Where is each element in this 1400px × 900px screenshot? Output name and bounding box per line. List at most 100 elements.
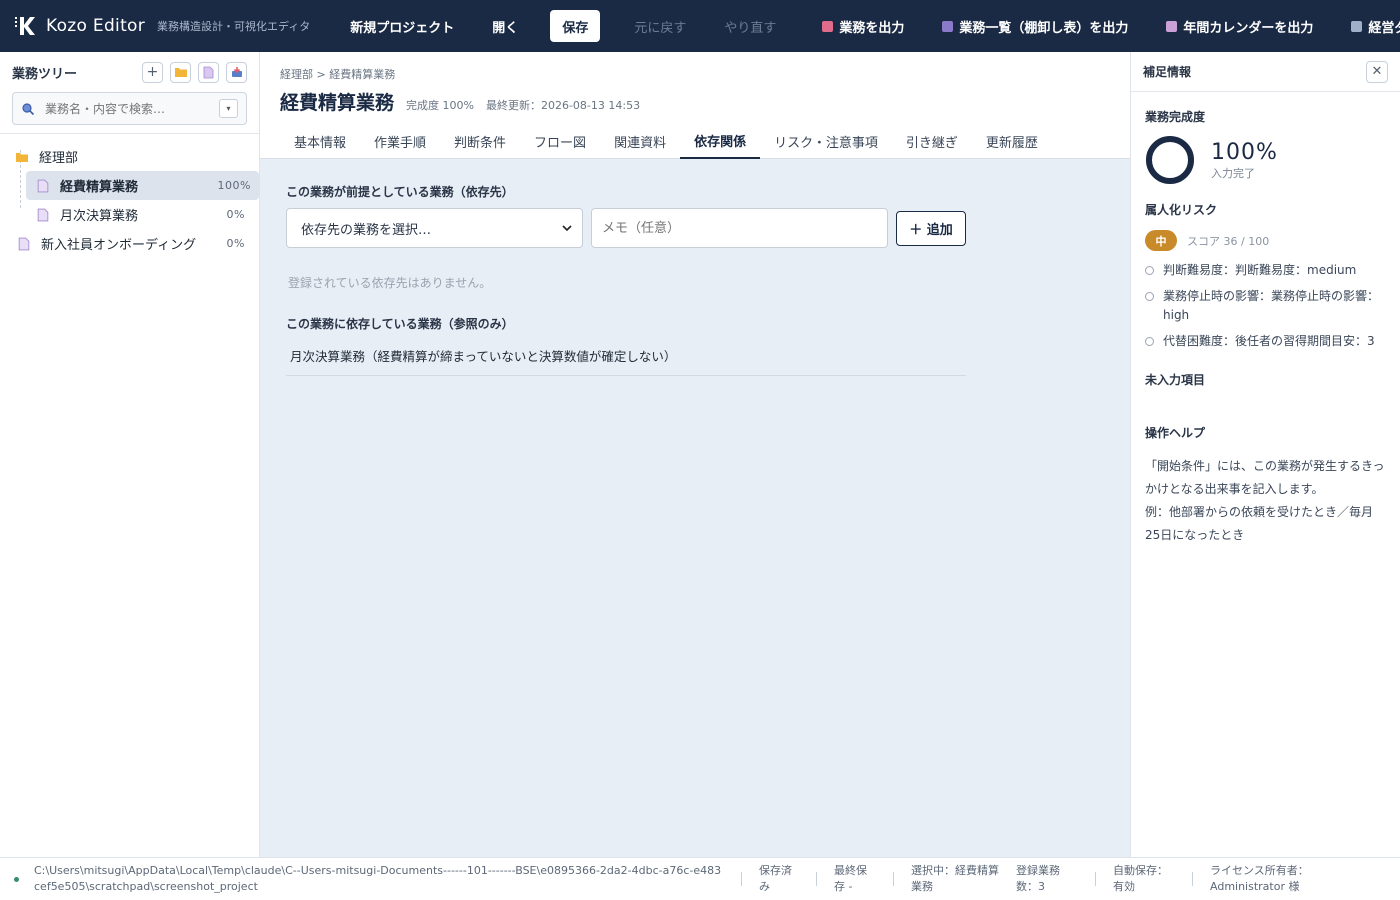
help-text-line: 例：他部署からの依頼を受けたとき／毎月25日になったとき bbox=[1145, 505, 1374, 542]
tree-item-expense[interactable]: 経費精算業務 100% bbox=[26, 171, 259, 200]
title-row: 経費精算業務 完成度 100% 最終更新：2026-08-13 14:53 bbox=[280, 88, 640, 115]
dashboard-button[interactable]: 経営ダッシュボード bbox=[1339, 10, 1400, 42]
prereq-section-label: この業務が前提としている業務（依存先） bbox=[286, 185, 514, 199]
tree-item-progress: 0% bbox=[226, 208, 245, 221]
memo-input[interactable] bbox=[591, 208, 888, 248]
tree-item-monthly-close[interactable]: 月次決算業務 0% bbox=[0, 200, 259, 229]
tab-bar: 基本情報 作業手順 判断条件 フロー図 関連資料 依存関係 リスク・注意事項 引… bbox=[280, 124, 1052, 159]
last-saved-status: 最終保存 - bbox=[834, 864, 867, 893]
info-panel-body: 業務完成度 100% 入力完了 属人化リスク 中 スコア 36 / 100 判断… bbox=[1131, 108, 1400, 547]
tab-flow[interactable]: フロー図 bbox=[520, 124, 600, 159]
status-divider bbox=[1192, 872, 1193, 886]
tab-history[interactable]: 更新履歴 bbox=[972, 124, 1052, 159]
dependencies-panel: この業務が前提としている業務（依存先） 依存先の業務を選択… ＋ 追加 登録され… bbox=[260, 159, 1130, 400]
add-task-button[interactable]: + bbox=[142, 61, 163, 83]
open-button[interactable]: 開く bbox=[480, 10, 530, 42]
export-list-label: 業務一覧（棚卸し表）を出力 bbox=[959, 20, 1129, 36]
doc-icon bbox=[37, 179, 49, 192]
risk-item-text: 代替困難度：後任者の習得期間目安：3 bbox=[1163, 334, 1375, 348]
top-toolbar: Kozo Editor 業務構造設計・可視化エディタ 新規プロジェクト 開く 保… bbox=[0, 0, 1400, 52]
info-panel-header: 補足情報 ✕ bbox=[1131, 52, 1400, 92]
tree-item-onboarding[interactable]: 新入社員オンボーディング 0% bbox=[0, 229, 259, 258]
completion-status: 入力完了 bbox=[1211, 166, 1255, 180]
add-folder-button[interactable] bbox=[170, 61, 191, 83]
search-icon bbox=[22, 102, 35, 115]
status-indicator bbox=[14, 876, 19, 882]
completion-ring bbox=[1146, 136, 1194, 184]
doc-icon bbox=[18, 237, 30, 250]
dependents-section-label: この業務に依存している業務（参照のみ） bbox=[286, 317, 514, 331]
trend-chart-icon bbox=[1351, 20, 1363, 32]
help-section-label: 操作ヘルプ bbox=[1145, 426, 1206, 440]
redo-button[interactable]: やり直す bbox=[712, 10, 788, 42]
tab-basic[interactable]: 基本情報 bbox=[280, 124, 360, 159]
dependency-select-value: 依存先の業務を選択… bbox=[301, 222, 432, 238]
breadcrumb: 経理部 > 経費精算業務 bbox=[280, 68, 396, 81]
doc-icon bbox=[203, 66, 214, 78]
dependency-select[interactable]: 依存先の業務を選択… bbox=[286, 208, 583, 248]
save-status: 保存済み bbox=[759, 864, 792, 893]
bullet-icon bbox=[1145, 337, 1154, 346]
chevron-down-icon bbox=[562, 224, 572, 231]
tree-item-label: 経費精算業務 bbox=[60, 180, 139, 195]
status-divider bbox=[816, 872, 817, 886]
risk-score: スコア 36 / 100 bbox=[1187, 234, 1270, 248]
export-list-button[interactable]: 業務一覧（棚卸し表）を出力 bbox=[930, 10, 1140, 42]
export-calendar-button[interactable]: 年間カレンダーを出力 bbox=[1154, 10, 1325, 42]
risk-level-badge: 中 bbox=[1145, 230, 1177, 251]
completion-meta: 完成度 100% bbox=[406, 99, 474, 112]
export-task-button[interactable]: 業務を出力 bbox=[810, 10, 916, 42]
save-button[interactable]: 保存 bbox=[550, 10, 601, 42]
add-document-button[interactable] bbox=[198, 61, 219, 83]
main-area: 経理部 > 経費精算業務 経費精算業務 完成度 100% 最終更新：2026-0… bbox=[260, 52, 1130, 857]
dependent-item: 月次決算業務（経費精算が締まっていないと決算数値が確定しない） bbox=[286, 346, 966, 376]
app-subtitle: 業務構造設計・可視化エディタ bbox=[157, 20, 311, 33]
completion-section-label: 業務完成度 bbox=[1145, 110, 1206, 124]
undo-button[interactable]: 元に戻す bbox=[622, 10, 698, 42]
export-calendar-label: 年間カレンダーを出力 bbox=[1183, 20, 1314, 36]
calendar-icon bbox=[1166, 20, 1178, 32]
sidebar: 業務ツリー + ▾ 経理部 経費精算業務 100% 月次決算業務 0% bbox=[0, 52, 260, 857]
new-project-button[interactable]: 新規プロジェクト bbox=[338, 10, 466, 42]
status-divider bbox=[1095, 872, 1096, 886]
bullet-icon bbox=[1145, 292, 1154, 301]
sidebar-header: 業務ツリー + bbox=[0, 52, 259, 92]
export-task-label: 業務を出力 bbox=[839, 20, 905, 36]
sidebar-title: 業務ツリー bbox=[12, 66, 78, 82]
tab-materials[interactable]: 関連資料 bbox=[600, 124, 680, 159]
risk-item: 判断難易度：判断難易度：medium bbox=[1145, 261, 1386, 280]
license-status: ライセンス所有者：Administrator 様 bbox=[1210, 864, 1309, 893]
tree-folder-keiri[interactable]: 経理部 bbox=[0, 142, 259, 171]
search-input[interactable] bbox=[45, 101, 219, 116]
completion-ring-row: 100% 入力完了 bbox=[1145, 135, 1386, 185]
search-box: ▾ bbox=[12, 92, 247, 125]
selected-task-status: 選択中：経費精算業務 bbox=[911, 864, 999, 893]
dashboard-label: 経営ダッシュボード bbox=[1368, 20, 1400, 36]
plus-icon: + bbox=[146, 64, 159, 80]
import-button[interactable] bbox=[226, 61, 247, 83]
tree-item-label: 新入社員オンボーディング bbox=[41, 238, 197, 253]
tab-risks[interactable]: リスク・注意事項 bbox=[760, 124, 892, 159]
status-bar: C:\Users\mitsugi\AppData\Local\Temp\clau… bbox=[0, 857, 1400, 900]
completion-info: 100% 入力完了 bbox=[1211, 140, 1278, 181]
tab-handover[interactable]: 引き継ぎ bbox=[892, 124, 972, 159]
import-icon bbox=[231, 67, 242, 77]
add-dependency-button[interactable]: ＋ 追加 bbox=[896, 210, 966, 246]
status-divider bbox=[741, 872, 742, 886]
folder-icon bbox=[174, 68, 187, 77]
tree-item-label: 月次決算業務 bbox=[60, 209, 139, 224]
tree-item-progress: 100% bbox=[217, 179, 251, 192]
search-filter-dropdown[interactable]: ▾ bbox=[219, 99, 238, 118]
project-path: C:\Users\mitsugi\AppData\Local\Temp\clau… bbox=[34, 864, 722, 893]
caret-down-icon: ▾ bbox=[226, 104, 231, 113]
missing-fields-label: 未入力項目 bbox=[1145, 373, 1206, 387]
close-icon: ✕ bbox=[1371, 64, 1383, 79]
tab-dependencies[interactable]: 依存関係 bbox=[680, 124, 761, 159]
dependency-form: 依存先の業務を選択… ＋ 追加 bbox=[286, 208, 1104, 248]
page-title: 経費精算業務 bbox=[280, 92, 395, 114]
close-panel-button[interactable]: ✕ bbox=[1366, 60, 1388, 83]
tab-conditions[interactable]: 判断条件 bbox=[440, 124, 520, 159]
main-header: 経理部 > 経費精算業務 経費精算業務 完成度 100% 最終更新：2026-0… bbox=[260, 52, 1130, 159]
status-divider bbox=[893, 872, 894, 886]
tab-steps[interactable]: 作業手順 bbox=[360, 124, 440, 159]
